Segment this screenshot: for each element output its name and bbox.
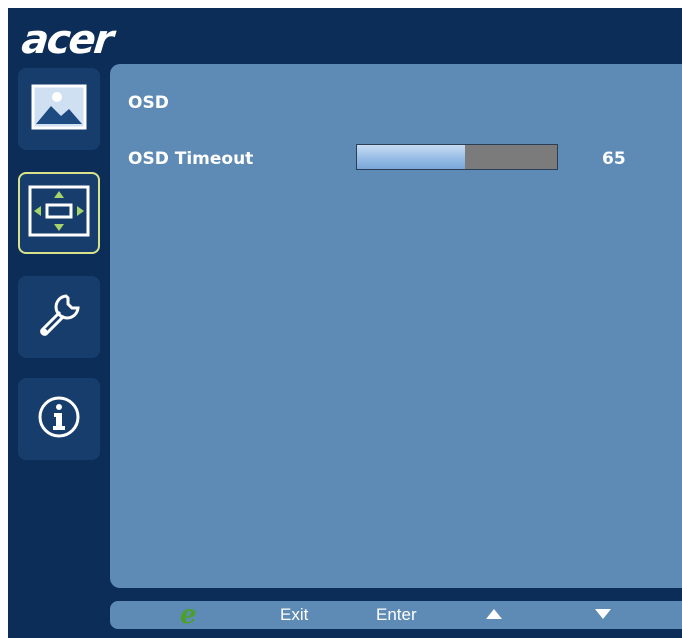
exit-label: Exit	[280, 605, 309, 624]
osd-timeout-label: OSD Timeout	[128, 149, 254, 169]
page-title: OSD	[128, 93, 169, 113]
sidebar-item-osd[interactable]	[18, 172, 100, 254]
down-button[interactable]	[594, 601, 612, 629]
down-arrow-icon	[594, 605, 612, 625]
acer-logo: acer	[19, 17, 114, 63]
enter-button[interactable]: Enter	[376, 601, 417, 629]
sidebar-item-picture[interactable]	[18, 68, 100, 150]
sidebar-item-information[interactable]	[18, 378, 100, 460]
up-arrow-icon	[485, 605, 503, 625]
main-panel: OSD OSD Timeout 65	[110, 64, 682, 588]
exit-button[interactable]: Exit	[280, 601, 308, 629]
osd-timeout-value: 65	[602, 149, 626, 169]
osd-timeout-slider-fill	[357, 145, 465, 169]
wrench-icon	[36, 292, 82, 342]
osd-position-icon	[27, 184, 91, 242]
osd-timeout-slider[interactable]	[356, 144, 558, 170]
key-guide-bar: e Exit Enter	[110, 601, 682, 629]
e-key-button[interactable]: e	[180, 601, 197, 629]
osd-window: acer OSD OSD Timeout 65 e Exit Enter	[8, 8, 682, 638]
e-key-icon: e	[180, 600, 197, 630]
up-button[interactable]	[485, 601, 503, 629]
info-icon	[37, 395, 81, 443]
sidebar-item-settings[interactable]	[18, 276, 100, 358]
picture-icon	[31, 84, 87, 134]
enter-label: Enter	[376, 605, 417, 624]
